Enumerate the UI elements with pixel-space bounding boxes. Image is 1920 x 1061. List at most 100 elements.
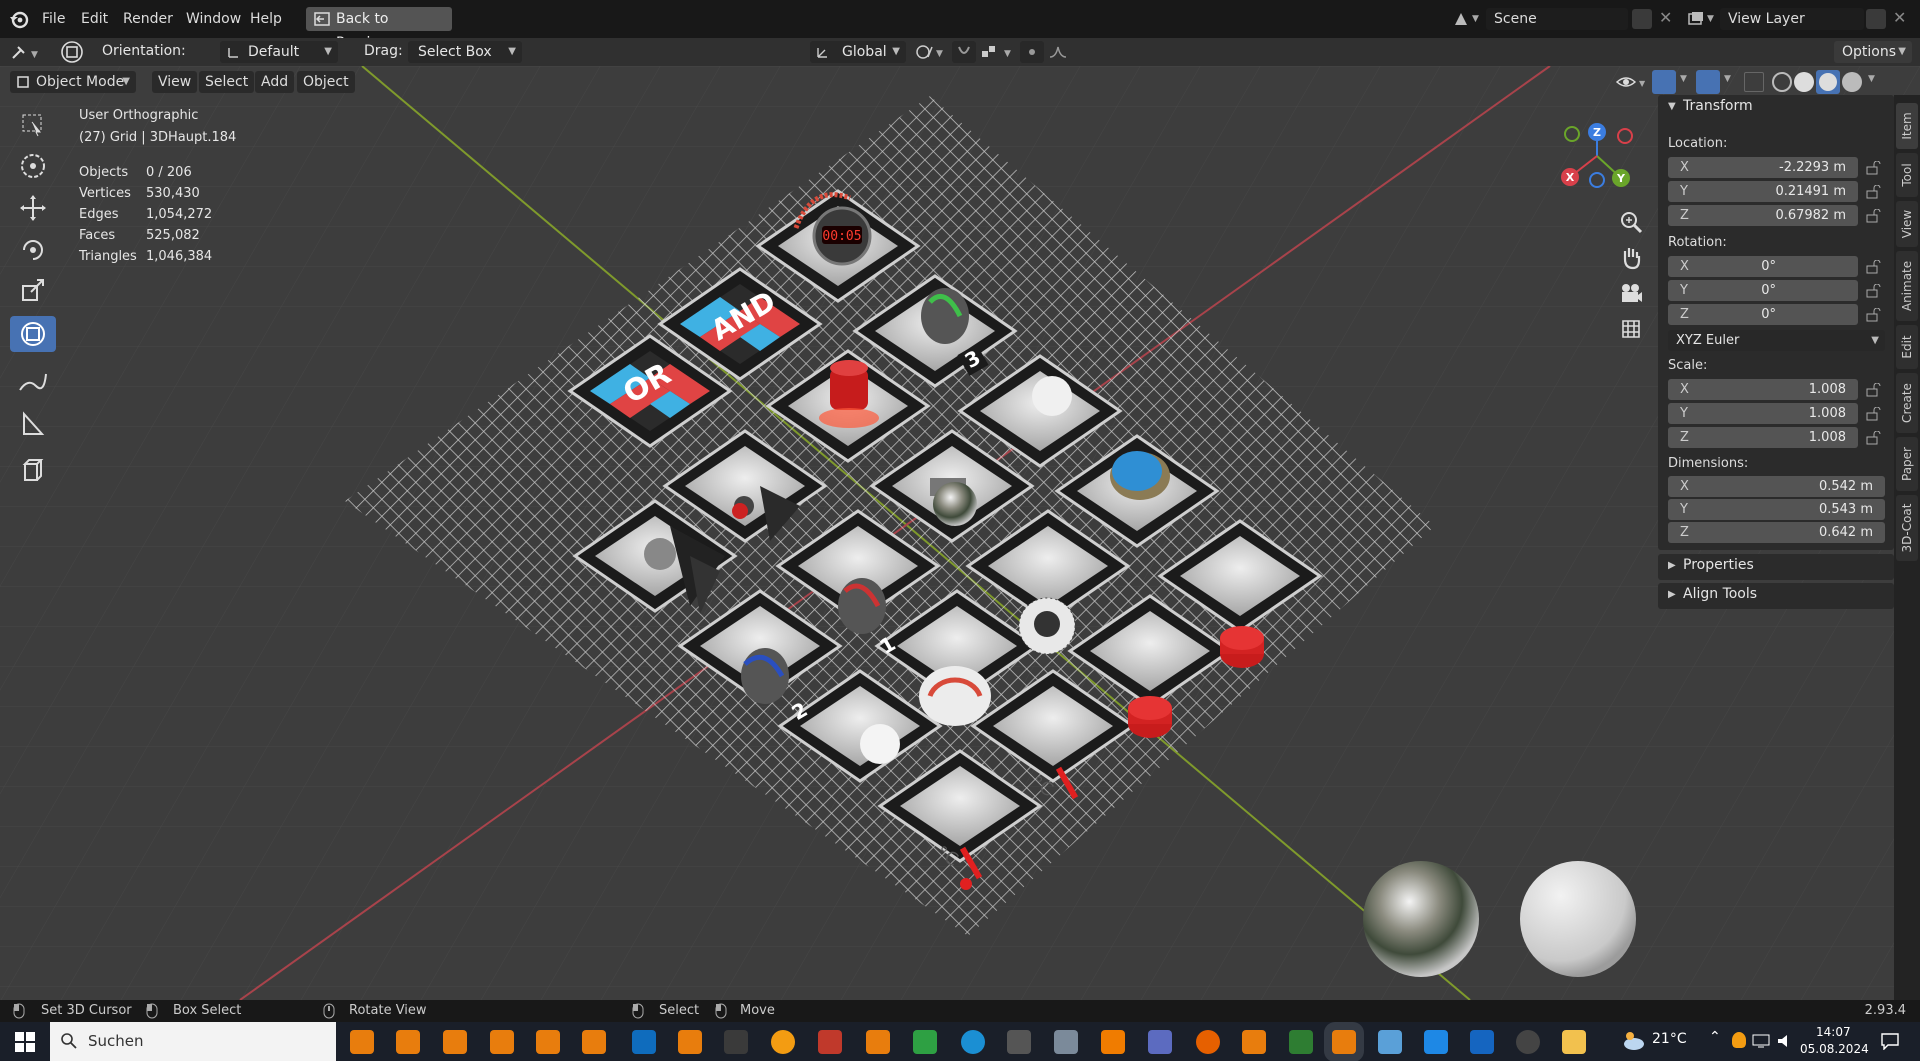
- taskbar-app-gray-icon[interactable]: [1007, 1030, 1031, 1054]
- lock-location-y-icon[interactable]: [1865, 185, 1881, 199]
- blender-logo-icon[interactable]: [9, 9, 29, 29]
- visibility-icon[interactable]: ▼: [1614, 72, 1648, 92]
- menu-file[interactable]: File: [36, 8, 71, 30]
- tab-view[interactable]: View: [1896, 201, 1918, 247]
- tab-tool[interactable]: Tool: [1896, 153, 1918, 197]
- tab-3d-coat[interactable]: 3D-Coat: [1896, 495, 1918, 561]
- transform-expand-icon[interactable]: ▼: [1668, 101, 1676, 112]
- taskbar-app-paint-icon[interactable]: [1054, 1030, 1078, 1054]
- delete-view-layer-icon[interactable]: ✕: [1893, 8, 1906, 27]
- taskbar-explorer-icon[interactable]: [1562, 1030, 1586, 1054]
- orientation-dropdown[interactable]: Default ▼: [220, 41, 338, 63]
- solid-shading-icon[interactable]: [1794, 72, 1814, 92]
- location-z-field[interactable]: Z 0.67982 m: [1668, 205, 1858, 226]
- snap-toggle-icon[interactable]: [952, 41, 976, 63]
- drag-dropdown[interactable]: Select Box ▼: [408, 41, 522, 63]
- select-box-tool[interactable]: [10, 106, 56, 142]
- transform-tool-icon[interactable]: [59, 40, 85, 64]
- viewport-menu-select[interactable]: Select: [199, 71, 255, 93]
- tray-expand-icon[interactable]: ⌃: [1709, 1029, 1721, 1045]
- material-preview-shading-icon[interactable]: [1816, 70, 1840, 94]
- properties-panel-header[interactable]: ▶ Properties: [1658, 554, 1894, 580]
- scale-x-field[interactable]: X 1.008: [1668, 379, 1858, 400]
- taskbar-blender-icon-9[interactable]: [1242, 1030, 1266, 1054]
- taskbar-blender-icon-5[interactable]: [536, 1030, 560, 1054]
- gizmo-neg-y-axis[interactable]: [1564, 126, 1580, 142]
- wireframe-shading-icon[interactable]: [1772, 72, 1792, 92]
- delete-scene-icon[interactable]: ✕: [1659, 8, 1672, 27]
- tray-volume-icon[interactable]: [1776, 1033, 1794, 1049]
- menu-help[interactable]: Help: [244, 8, 288, 30]
- location-y-field[interactable]: Y 0.21491 m: [1668, 181, 1858, 202]
- orthographic-grid-icon[interactable]: [1617, 315, 1645, 343]
- move-tool[interactable]: [10, 190, 56, 226]
- taskbar-vlc-icon[interactable]: [1101, 1030, 1125, 1054]
- scale-z-field[interactable]: Z 1.008: [1668, 427, 1858, 448]
- lock-scale-z-icon[interactable]: [1865, 431, 1881, 445]
- taskbar-app-red-icon[interactable]: [818, 1030, 842, 1054]
- align-tools-panel-header[interactable]: ▶ Align Tools: [1658, 583, 1894, 609]
- gizmo-neg-z-axis[interactable]: [1589, 172, 1605, 188]
- lock-rotation-y-icon[interactable]: [1865, 284, 1881, 298]
- view-layer-field[interactable]: View Layer: [1720, 8, 1864, 30]
- viewport-scene[interactable]: 00:05 AND OR 3 1 2 °C °C: [0, 66, 1920, 1000]
- taskbar-search-box[interactable]: Suchen: [50, 1022, 336, 1061]
- scale-tool[interactable]: [10, 274, 56, 310]
- viewport-menu-object[interactable]: Object: [297, 71, 355, 93]
- rotation-y-field[interactable]: Y 0°: [1668, 280, 1858, 301]
- scene-name-field[interactable]: Scene: [1486, 8, 1628, 30]
- dimensions-x-field[interactable]: X 0.542 m: [1668, 476, 1885, 497]
- taskbar-app-orange-icon[interactable]: [771, 1030, 795, 1054]
- shading-chevron-icon[interactable]: ▼: [1868, 74, 1875, 84]
- transform-panel-title[interactable]: Transform: [1683, 98, 1753, 114]
- tab-edit[interactable]: Edit: [1896, 325, 1918, 369]
- clock-time[interactable]: 14:07: [1816, 1025, 1851, 1039]
- view-layer-chevron-icon[interactable]: ▼: [1707, 14, 1714, 24]
- weather-icon[interactable]: [1622, 1030, 1646, 1052]
- snap-target-icon[interactable]: ▼: [980, 43, 1016, 61]
- taskbar-blender-icon-6[interactable]: [582, 1030, 606, 1054]
- measure-tool[interactable]: [10, 406, 56, 442]
- lock-rotation-x-icon[interactable]: [1865, 260, 1881, 274]
- falloff-curve-icon[interactable]: [1048, 43, 1078, 61]
- pivot-point-icon[interactable]: ▼: [914, 43, 946, 61]
- rotation-x-field[interactable]: X 0°: [1668, 256, 1858, 277]
- taskbar-outlook-icon[interactable]: [632, 1030, 656, 1054]
- cursor-tool[interactable]: [10, 148, 56, 184]
- rotation-z-field[interactable]: Z 0°: [1668, 304, 1858, 325]
- annotate-tool[interactable]: [10, 364, 56, 400]
- taskbar-app-green-icon[interactable]: [913, 1030, 937, 1054]
- navigation-gizmo[interactable]: Z Y X: [1550, 118, 1640, 196]
- tab-create[interactable]: Create: [1896, 373, 1918, 433]
- taskbar-notepad-icon[interactable]: [1378, 1030, 1402, 1054]
- add-cube-tool[interactable]: [10, 452, 56, 488]
- gizmo-neg-x-axis[interactable]: [1617, 128, 1633, 144]
- tab-item[interactable]: Item: [1896, 103, 1918, 149]
- transform-orientation-dropdown[interactable]: Global ▼: [810, 41, 906, 63]
- viewport-menu-add[interactable]: Add: [255, 71, 295, 93]
- gizmo-chevron-icon[interactable]: ▼: [1680, 74, 1687, 84]
- taskbar-obs-icon[interactable]: [1516, 1030, 1540, 1054]
- lock-scale-y-icon[interactable]: [1865, 407, 1881, 421]
- tray-app-flame-icon[interactable]: [1732, 1032, 1746, 1048]
- tab-paper[interactable]: Paper: [1896, 437, 1918, 491]
- rotation-mode-dropdown[interactable]: XYZ Euler ▼: [1668, 330, 1885, 351]
- zoom-icon[interactable]: [1617, 208, 1645, 236]
- overlays-chevron-icon[interactable]: ▼: [1724, 74, 1731, 84]
- rotate-tool[interactable]: [10, 232, 56, 268]
- proportional-editing-icon[interactable]: [1020, 41, 1044, 63]
- new-view-layer-icon[interactable]: [1866, 9, 1886, 29]
- viewport-menu-view[interactable]: View: [152, 71, 198, 93]
- notifications-icon[interactable]: [1880, 1032, 1900, 1050]
- back-to-previous-button[interactable]: Back to Previous: [306, 7, 452, 51]
- overlays-toggle-icon[interactable]: [1696, 70, 1720, 94]
- lock-location-z-icon[interactable]: [1865, 209, 1881, 223]
- taskbar-blender-icon-7[interactable]: [678, 1030, 702, 1054]
- 3d-viewport[interactable]: 00:05 AND OR 3 1 2 °C °C: [0, 66, 1920, 1000]
- mode-dropdown[interactable]: Object Mode ▼: [10, 71, 136, 93]
- lock-scale-x-icon[interactable]: [1865, 383, 1881, 397]
- lock-rotation-z-icon[interactable]: [1865, 308, 1881, 322]
- tray-network-icon[interactable]: [1752, 1033, 1770, 1049]
- transform-tool[interactable]: [10, 316, 56, 352]
- tab-animate[interactable]: Animate: [1896, 251, 1918, 321]
